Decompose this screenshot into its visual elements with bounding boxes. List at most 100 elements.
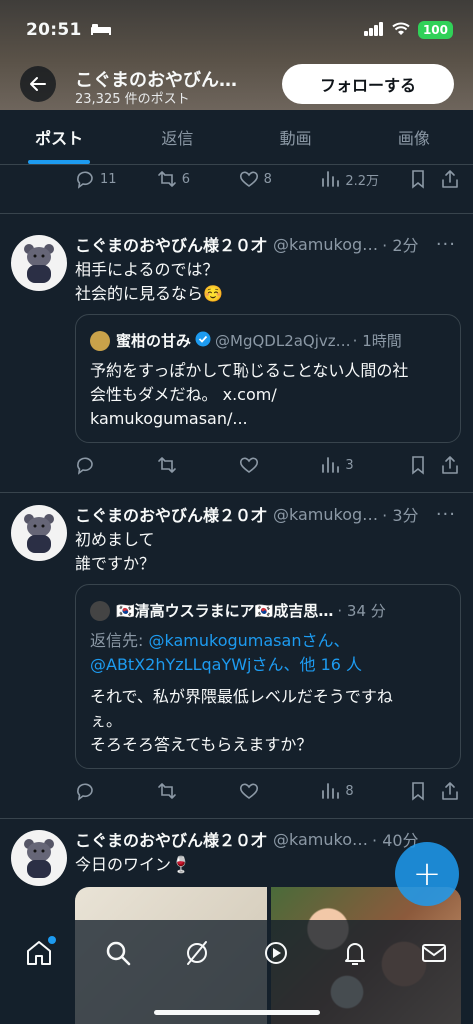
mention-link[interactable]: @ABtX2hYzLLqaYWj bbox=[90, 655, 251, 674]
tab-videos[interactable]: 動画 bbox=[237, 110, 355, 164]
more-icon[interactable]: ··· bbox=[436, 504, 456, 525]
plus-icon: + bbox=[412, 854, 442, 894]
reply-separator: さん、 bbox=[301, 631, 350, 650]
bookmark-button[interactable] bbox=[408, 169, 440, 189]
spaces-icon bbox=[264, 942, 287, 964]
tweet-text: 相手によるのでは？ 社会的に見るなら☺️ bbox=[75, 258, 460, 306]
bed-icon bbox=[90, 21, 112, 40]
nav-search[interactable] bbox=[103, 938, 133, 968]
reply-button[interactable] bbox=[75, 781, 157, 801]
profile-tabs: ポスト 返信 動画 画像 bbox=[0, 110, 473, 165]
search-icon bbox=[106, 941, 131, 966]
heart-icon bbox=[239, 457, 258, 473]
repost-button[interactable] bbox=[157, 455, 239, 475]
divider bbox=[0, 492, 473, 493]
share-button[interactable] bbox=[440, 781, 460, 801]
avatar[interactable] bbox=[11, 235, 67, 291]
nav-messages[interactable] bbox=[419, 938, 449, 968]
views-icon bbox=[322, 783, 340, 799]
wifi-icon bbox=[392, 21, 410, 40]
more-icon[interactable]: ··· bbox=[436, 234, 456, 255]
reply-icon bbox=[77, 457, 93, 475]
views-button[interactable]: 8 bbox=[320, 781, 408, 801]
follow-button[interactable]: フォローする bbox=[282, 64, 454, 104]
grok-icon bbox=[187, 941, 208, 965]
status-bar: 20:51 100 bbox=[26, 12, 453, 48]
tab-posts[interactable]: ポスト bbox=[0, 110, 118, 164]
views-button[interactable]: 2.2万 bbox=[320, 169, 408, 189]
avatar[interactable] bbox=[11, 505, 67, 561]
reply-button[interactable]: 11 bbox=[75, 169, 157, 189]
quoted-tweet[interactable]: 蜜柑の甘み @MgQDL2aQjvz… · 1時間 予約をすっぽかして恥じること… bbox=[75, 314, 461, 443]
quote-time: · 34 分 bbox=[337, 602, 386, 620]
share-icon bbox=[442, 456, 458, 474]
views-button[interactable]: 3 bbox=[320, 455, 408, 475]
tweet-header: こぐまのおやびん様２０才 @kamukog… · 2分 ··· bbox=[75, 232, 470, 256]
quoted-tweet[interactable]: 🇰🇷清高ウスラまにア🇰🇷成吉思… · 34 分 返信先: @kamukoguma… bbox=[75, 584, 461, 769]
nav-home[interactable] bbox=[24, 936, 57, 968]
post-count: 23,325 件のポスト bbox=[75, 92, 190, 107]
author-handle: @kamuko… bbox=[273, 829, 369, 849]
repost-button[interactable]: 6 bbox=[157, 169, 239, 189]
quote-avatar bbox=[90, 330, 110, 351]
views-icon bbox=[322, 457, 340, 473]
quote-text: それで、私が界隈最低レベルだそうですね ぇ。 そろそろ答えてもらえますか？ bbox=[90, 685, 450, 757]
bookmark-button[interactable] bbox=[408, 455, 440, 475]
notifications-icon bbox=[344, 943, 365, 965]
bookmark-button[interactable] bbox=[408, 781, 440, 801]
signal-icon bbox=[363, 21, 384, 40]
author-name[interactable]: こぐまのおやびん様２０才 bbox=[75, 502, 267, 526]
heart-icon bbox=[239, 171, 258, 187]
author-handle: @kamukog… bbox=[273, 234, 379, 254]
verified-icon bbox=[195, 331, 211, 351]
reply-separator: さん、 bbox=[251, 655, 300, 674]
status-time: 20:51 bbox=[26, 20, 82, 40]
quote-line: そろそろ答えてもらえますか？ bbox=[90, 735, 313, 754]
tweet-line: 誰ですか？ bbox=[75, 554, 156, 573]
nav-spaces[interactable] bbox=[261, 938, 291, 968]
tweet-line: 社会的に見るなら☺️ bbox=[75, 284, 223, 303]
nav-notifications[interactable] bbox=[340, 938, 370, 968]
back-button[interactable] bbox=[20, 66, 56, 102]
view-count: 2.2万 bbox=[345, 173, 380, 189]
battery-indicator: 100 bbox=[417, 21, 453, 39]
tweet-actions: 11 6 8 2.2万 bbox=[75, 165, 460, 193]
author-name[interactable]: こぐまのおやびん様２０才 bbox=[75, 827, 267, 851]
quote-time: · 1時間 bbox=[352, 332, 402, 350]
bear-avatar-icon bbox=[24, 839, 54, 878]
reply-prefix: 返信先: bbox=[90, 631, 149, 650]
avatar[interactable] bbox=[11, 830, 67, 886]
views-icon bbox=[322, 171, 340, 187]
quote-author-handle: @MgQDL2aQjvz… bbox=[215, 331, 351, 350]
share-button[interactable] bbox=[440, 169, 460, 189]
quote-line: kamukogumasan/... bbox=[90, 409, 248, 428]
tweet-time: · 2分 bbox=[382, 236, 419, 255]
repost-icon bbox=[157, 457, 176, 473]
reply-others[interactable]: 他 16 人 bbox=[300, 655, 363, 674]
quote-line: それで、私が界隈最低レベルだそうですね bbox=[90, 687, 393, 706]
view-count: 8 bbox=[345, 783, 354, 799]
tab-replies[interactable]: 返信 bbox=[118, 110, 236, 164]
like-button[interactable] bbox=[239, 781, 321, 801]
share-icon bbox=[442, 170, 458, 188]
repost-icon bbox=[157, 783, 176, 799]
tweet-actions: 8 bbox=[75, 777, 460, 805]
nav-grok[interactable] bbox=[182, 938, 212, 968]
notification-dot bbox=[48, 936, 57, 944]
like-button[interactable] bbox=[239, 455, 321, 475]
tab-images[interactable]: 画像 bbox=[355, 110, 473, 164]
profile-header: 20:51 100 こぐまのおやびん… 23,325 件のポスト フォローする bbox=[0, 0, 473, 110]
bookmark-icon bbox=[412, 782, 424, 801]
back-arrow-icon bbox=[30, 77, 46, 91]
tweet-header: こぐまのおやびん様２０才 @kamukog… · 3分 ··· bbox=[75, 502, 470, 526]
divider bbox=[0, 213, 473, 214]
mention-link[interactable]: @kamukogumasan bbox=[148, 631, 301, 650]
repost-button[interactable] bbox=[157, 781, 239, 801]
bookmark-icon bbox=[412, 456, 424, 475]
like-button[interactable]: 8 bbox=[239, 169, 321, 189]
compose-button[interactable]: + bbox=[395, 842, 459, 906]
quote-text: 予約をすっぽかして恥じることない人間の社 会性もダメだね。 x.com/ kam… bbox=[90, 359, 450, 431]
share-button[interactable] bbox=[440, 455, 460, 475]
reply-button[interactable] bbox=[75, 455, 157, 475]
author-name[interactable]: こぐまのおやびん様２０才 bbox=[75, 232, 267, 256]
